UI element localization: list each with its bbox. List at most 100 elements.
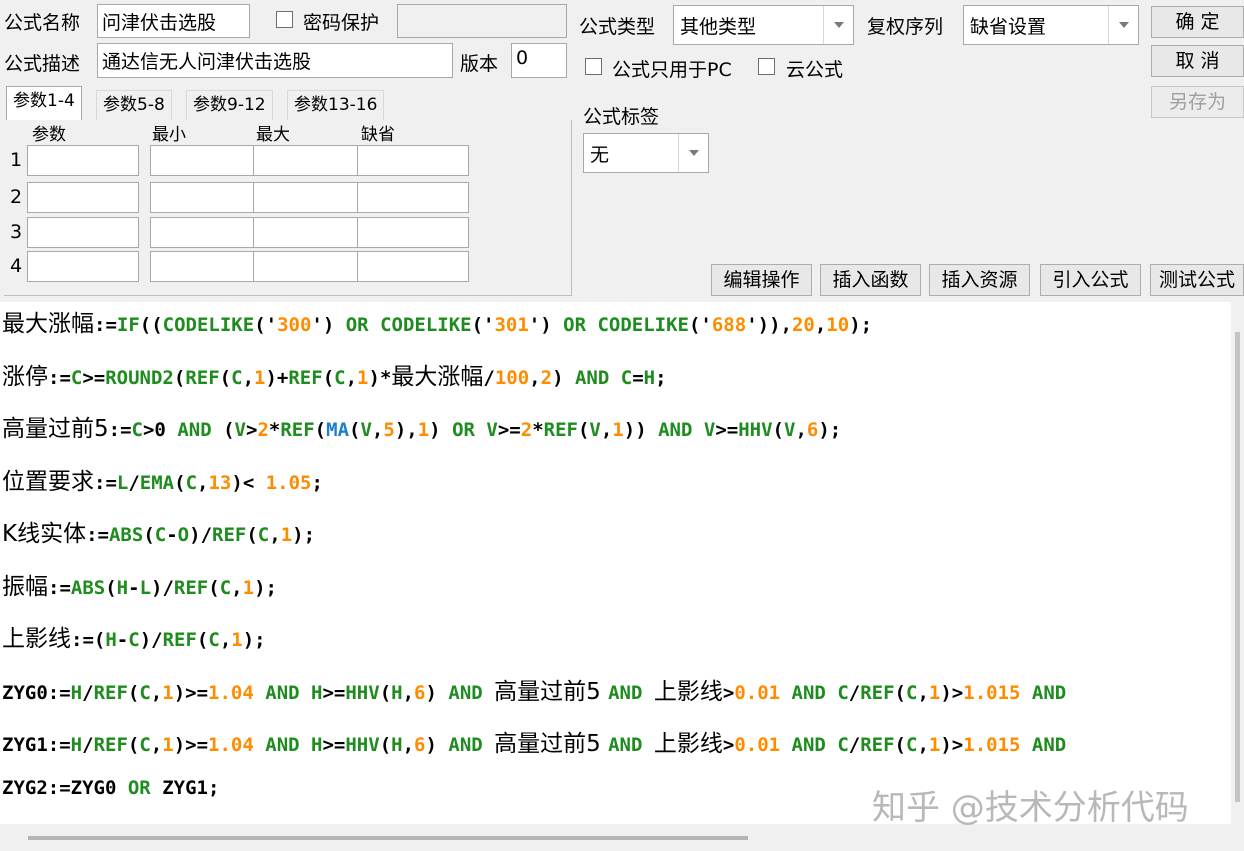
chevron-down-icon[interactable] [1108,6,1138,44]
code-token: HHV [345,681,380,704]
param-cell-input[interactable] [150,217,262,248]
code-token: 1 [417,419,430,441]
code-token: ( [105,576,117,599]
import-formula-button[interactable]: 引入公式 [1040,264,1141,296]
code-token: C [139,734,151,756]
code-token: C [70,366,83,389]
code-line[interactable]: ZYG2:=ZYG0 OR ZYG1; [2,777,219,799]
code-line[interactable]: 涨停:=C>=ROUND2(REF(C,1)+REF(C,1)*最大涨幅/100… [2,357,667,391]
code-token: ( [127,734,140,756]
param-cell-input[interactable] [253,182,365,213]
code-token: V [234,419,246,441]
code-line[interactable]: ZYG0:=H/REF(C,1)>=1.04 AND H>=HHV(H,6) A… [2,672,1066,706]
code-token: L [139,576,152,599]
scrollbar-thumb[interactable] [28,836,748,840]
param-cell-input[interactable] [27,182,139,213]
param-cell-input[interactable] [27,251,139,282]
code-token: 1 [280,524,293,546]
code-line[interactable]: 高量过前5:=C>0 AND (V>2*REF(MA(V,5),1) OR V>… [2,409,841,443]
code-token: 1.015 [963,681,1021,704]
code-token: > [722,681,735,704]
code-token: 高量过前5 [2,416,109,442]
rights-sequence-select[interactable]: 缺省设置 [963,5,1139,45]
code-token: 1 [928,681,941,704]
code-token: ); [242,629,266,651]
tab-params-9-12[interactable]: 参数9-12 [186,90,273,120]
code-token: ( [379,734,392,756]
formula-desc-input[interactable]: 通达信无人问津伏击选股 [97,43,453,78]
param-cell-input[interactable] [27,145,139,176]
code-token: , [402,681,415,704]
code-token: O [177,524,190,546]
code-token: := [94,471,117,494]
code-token: C [139,681,151,704]
code-token: AND [265,734,312,756]
param-cell-input[interactable] [150,145,262,176]
code-line[interactable]: 上影线:=(H-C)/REF(C,1); [2,619,266,653]
cancel-button[interactable]: 取 消 [1151,45,1244,77]
param-cell-input[interactable] [357,217,469,248]
pc-only-checkbox[interactable] [585,58,602,75]
code-line[interactable]: 最大涨幅:=IF((CODELIKE('300') OR CODELIKE('3… [2,304,872,338]
param-cell-input[interactable] [253,145,365,176]
code-token: ) [425,681,449,704]
vertical-scrollbar[interactable] [1231,302,1244,824]
password-protect-label: 密码保护 [303,12,380,34]
code-token: 1 [242,576,255,599]
edit-operations-button[interactable]: 编辑操作 [711,264,812,296]
tab-params-5-8[interactable]: 参数5-8 [96,90,172,120]
password-protect-checkbox[interactable] [276,11,293,28]
code-token: )/ [189,524,213,546]
tab-params-13-16[interactable]: 参数13-16 [287,90,385,120]
formula-tag-label: 公式标签 [583,106,660,128]
formula-tag-select[interactable]: 无 [583,133,709,173]
code-token: 6 [414,681,426,704]
code-token: 100 [494,366,530,389]
formula-type-select[interactable]: 其他类型 [673,5,854,45]
code-token: 最大涨幅 [391,363,484,390]
param-cell-input[interactable] [357,145,469,176]
code-token: REF [93,734,128,756]
code-token: ')), [746,314,792,336]
code-token: := [47,734,71,756]
code-token: ') [528,314,564,336]
cloud-formula-checkbox[interactable] [758,58,775,75]
password-input [397,4,567,38]
tab-params-1-4[interactable]: 参数1-4 [6,86,82,120]
code-token: / [848,734,861,756]
param-cell-input[interactable] [357,251,469,282]
chevron-down-icon[interactable] [678,134,708,172]
code-token: REF [162,629,197,651]
param-cell-input[interactable] [253,217,365,248]
code-editor[interactable]: 最大涨幅:=IF((CODELIKE('300') OR CODELIKE('3… [0,302,1231,824]
chevron-down-icon[interactable] [823,6,853,44]
code-token: ZYG2 [2,776,48,799]
code-token: 688 [711,314,747,336]
param-cell-input[interactable] [357,182,469,213]
test-formula-button[interactable]: 测试公式 [1150,264,1244,296]
code-token: :=( [71,629,106,651]
code-line[interactable]: K线实体:=ABS(C-O)/REF(C,1); [2,514,315,548]
code-token: ZYG1 [162,776,208,799]
param-cell-input[interactable] [27,217,139,248]
code-token: H [105,629,117,651]
param-cell-input[interactable] [150,251,262,282]
code-token: ); [292,524,316,546]
code-line[interactable]: 位置要求:=L/EMA(C,13)< 1.05; [2,462,323,496]
code-line[interactable]: ZYG1:=H/REF(C,1)>=1.04 AND H>=HHV(H,6) A… [2,724,1066,758]
code-token: C [837,734,849,756]
watermark: 知乎 @技术分析代码 [872,788,1189,828]
code-token: , [795,419,807,441]
insert-resource-button[interactable]: 插入资源 [929,264,1030,296]
code-line[interactable]: 振幅:=ABS(H-L)/REF(C,1); [2,567,277,601]
ok-button[interactable]: 确 定 [1151,6,1244,38]
insert-function-button[interactable]: 插入函数 [820,264,921,296]
param-cell-input[interactable] [150,182,262,213]
scrollbar-thumb[interactable] [1235,332,1240,802]
param-cell-input[interactable] [253,251,365,282]
formula-name-input[interactable]: 问津伏击选股 [97,4,250,38]
code-token: REF [173,576,209,599]
version-input[interactable]: 0 [511,43,567,78]
code-token: 301 [494,314,529,336]
